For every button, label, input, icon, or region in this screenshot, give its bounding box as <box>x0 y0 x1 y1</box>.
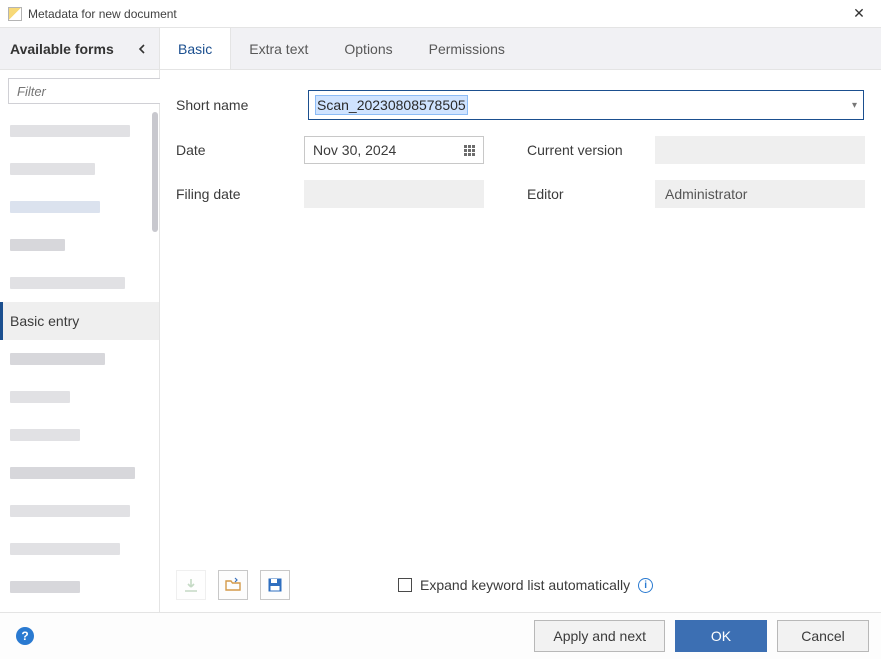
list-item[interactable] <box>0 264 159 302</box>
calendar-icon[interactable] <box>464 145 475 156</box>
filing-date-field <box>304 180 484 208</box>
date-value: Nov 30, 2024 <box>313 142 396 158</box>
tab-label: Permissions <box>429 41 505 57</box>
short-name-label: Short name <box>176 97 308 113</box>
editor-label: Editor <box>527 186 655 202</box>
date-label: Date <box>176 142 304 158</box>
open-folder-button[interactable] <box>218 570 248 600</box>
list-item[interactable] <box>0 416 159 454</box>
sidebar-title: Available forms <box>10 41 114 57</box>
tab-label: Extra text <box>249 41 308 57</box>
help-icon[interactable]: ? <box>16 627 34 645</box>
forms-list[interactable]: Basic entry <box>0 112 159 612</box>
date-field[interactable]: Nov 30, 2024 <box>304 136 484 164</box>
list-item[interactable] <box>0 150 159 188</box>
list-item[interactable] <box>0 226 159 264</box>
main-panel: Basic Extra text Options Permissions Sho… <box>160 28 881 612</box>
list-item-label: Basic entry <box>10 313 79 329</box>
list-item[interactable] <box>0 530 159 568</box>
expand-keyword-checkbox[interactable]: Expand keyword list automatically i <box>398 577 653 593</box>
app-icon <box>8 7 22 21</box>
close-button[interactable]: ✕ <box>845 4 873 24</box>
collapse-sidebar-icon[interactable] <box>133 41 151 57</box>
tab-label: Options <box>344 41 392 57</box>
apply-and-next-button[interactable]: Apply and next <box>534 620 665 652</box>
save-button[interactable] <box>260 570 290 600</box>
list-item[interactable] <box>0 568 159 606</box>
dialog-footer: ? Apply and next OK Cancel <box>0 612 881 659</box>
list-item[interactable] <box>0 492 159 530</box>
import-button[interactable] <box>176 570 206 600</box>
current-version-field <box>655 136 865 164</box>
list-item[interactable] <box>0 188 159 226</box>
tab-basic[interactable]: Basic <box>160 28 231 69</box>
title-bar: Metadata for new document ✕ <box>0 0 881 28</box>
filing-date-label: Filing date <box>176 186 304 202</box>
button-label: OK <box>711 628 731 644</box>
button-label: Cancel <box>801 628 845 644</box>
tab-permissions[interactable]: Permissions <box>411 28 523 69</box>
list-item[interactable] <box>0 340 159 378</box>
list-item-selected[interactable]: Basic entry <box>0 302 159 340</box>
dropdown-icon[interactable]: ▾ <box>845 100 857 111</box>
tab-options[interactable]: Options <box>326 28 410 69</box>
sidebar-header: Available forms <box>0 28 159 70</box>
checkbox-box[interactable] <box>398 578 412 592</box>
expand-keyword-label: Expand keyword list automatically <box>420 577 630 593</box>
tab-extra-text[interactable]: Extra text <box>231 28 326 69</box>
list-item[interactable] <box>0 378 159 416</box>
window-title: Metadata for new document <box>28 7 177 21</box>
current-version-label: Current version <box>527 142 655 158</box>
editor-field: Administrator <box>655 180 865 208</box>
button-label: Apply and next <box>553 628 646 644</box>
short-name-field[interactable]: Scan_20230808578505 ▾ <box>308 90 864 120</box>
cancel-button[interactable]: Cancel <box>777 620 869 652</box>
list-item[interactable] <box>0 454 159 492</box>
tab-label: Basic <box>178 41 212 57</box>
sidebar: Available forms Basic entry <box>0 28 160 612</box>
info-icon[interactable]: i <box>638 578 653 593</box>
short-name-value: Scan_20230808578505 <box>315 95 468 115</box>
tabs: Basic Extra text Options Permissions <box>160 28 881 70</box>
list-item[interactable] <box>0 112 159 150</box>
ok-button[interactable]: OK <box>675 620 767 652</box>
